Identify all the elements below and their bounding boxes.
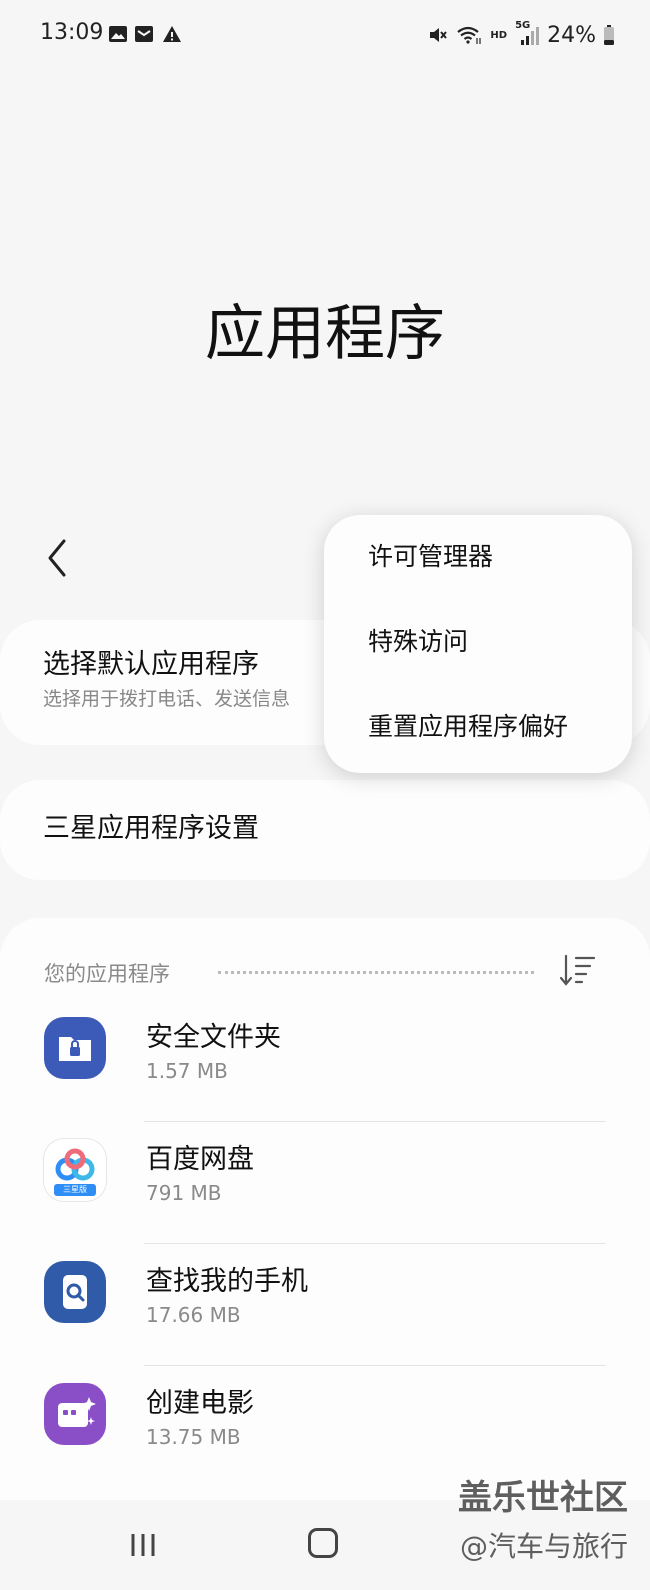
samsung-app-settings-title: 三星应用程序设置 (43, 813, 259, 844)
app-size: 791 MB (146, 1181, 222, 1205)
divider (144, 1121, 606, 1122)
app-name: 安全文件夹 (146, 1022, 281, 1053)
watermark-line2: @汽车与旅行 (459, 1530, 628, 1563)
menu-item-special-access[interactable]: 特殊访问 (368, 622, 468, 658)
home-button[interactable] (308, 1528, 338, 1558)
app-row-baidu-netdisk[interactable]: 三星版 百度网盘 791 MB (0, 1125, 650, 1247)
menu-item-permission-manager[interactable]: 许可管理器 (368, 537, 493, 573)
app-name: 创建电影 (146, 1388, 254, 1419)
gallery-icon (109, 26, 127, 42)
find-my-mobile-icon (44, 1261, 106, 1323)
watermark-line1: 盖乐世社区 (458, 1478, 628, 1518)
app-badge: 三星版 (63, 1185, 87, 1194)
secure-folder-icon (44, 1017, 106, 1079)
signal-icon (521, 27, 540, 45)
app-size: 17.66 MB (146, 1303, 241, 1327)
back-button[interactable] (40, 535, 76, 581)
samsung-app-settings-item[interactable]: 三星应用程序设置 (0, 780, 650, 880)
default-apps-title: 选择默认应用程序 (43, 649, 259, 680)
divider (144, 1365, 606, 1366)
status-bar: 13:09 HD 5G 24% (0, 0, 650, 70)
default-apps-subtitle: 选择用于拨打电话、发送信息 (43, 688, 291, 710)
sort-icon[interactable] (558, 953, 598, 987)
app-name: 百度网盘 (146, 1144, 254, 1175)
your-apps-label: 您的应用程序 (44, 962, 170, 986)
wifi-icon (457, 26, 482, 44)
status-time: 13:09 (40, 20, 104, 45)
divider (144, 1243, 606, 1244)
section-divider (218, 971, 534, 974)
create-movie-icon (44, 1383, 106, 1445)
mail-icon (135, 26, 153, 42)
page-title: 应用程序 (205, 299, 445, 369)
battery-percent: 24% (547, 22, 596, 48)
hd-indicator: HD (490, 29, 508, 41)
battery-icon (604, 25, 614, 45)
mute-icon (430, 28, 448, 42)
recent-apps-button[interactable] (128, 1530, 158, 1560)
app-row-secure-folder[interactable]: 安全文件夹 1.57 MB (0, 1003, 650, 1125)
app-size: 13.75 MB (146, 1425, 241, 1449)
overflow-menu: 许可管理器 特殊访问 重置应用程序偏好 (324, 515, 632, 773)
app-size: 1.57 MB (146, 1059, 228, 1083)
baidu-netdisk-icon: 三星版 (44, 1139, 106, 1201)
warning-icon (163, 26, 181, 42)
app-row-find-my-mobile[interactable]: 查找我的手机 17.66 MB (0, 1247, 650, 1369)
app-name: 查找我的手机 (146, 1266, 308, 1297)
menu-item-reset-app-preferences[interactable]: 重置应用程序偏好 (368, 707, 568, 743)
